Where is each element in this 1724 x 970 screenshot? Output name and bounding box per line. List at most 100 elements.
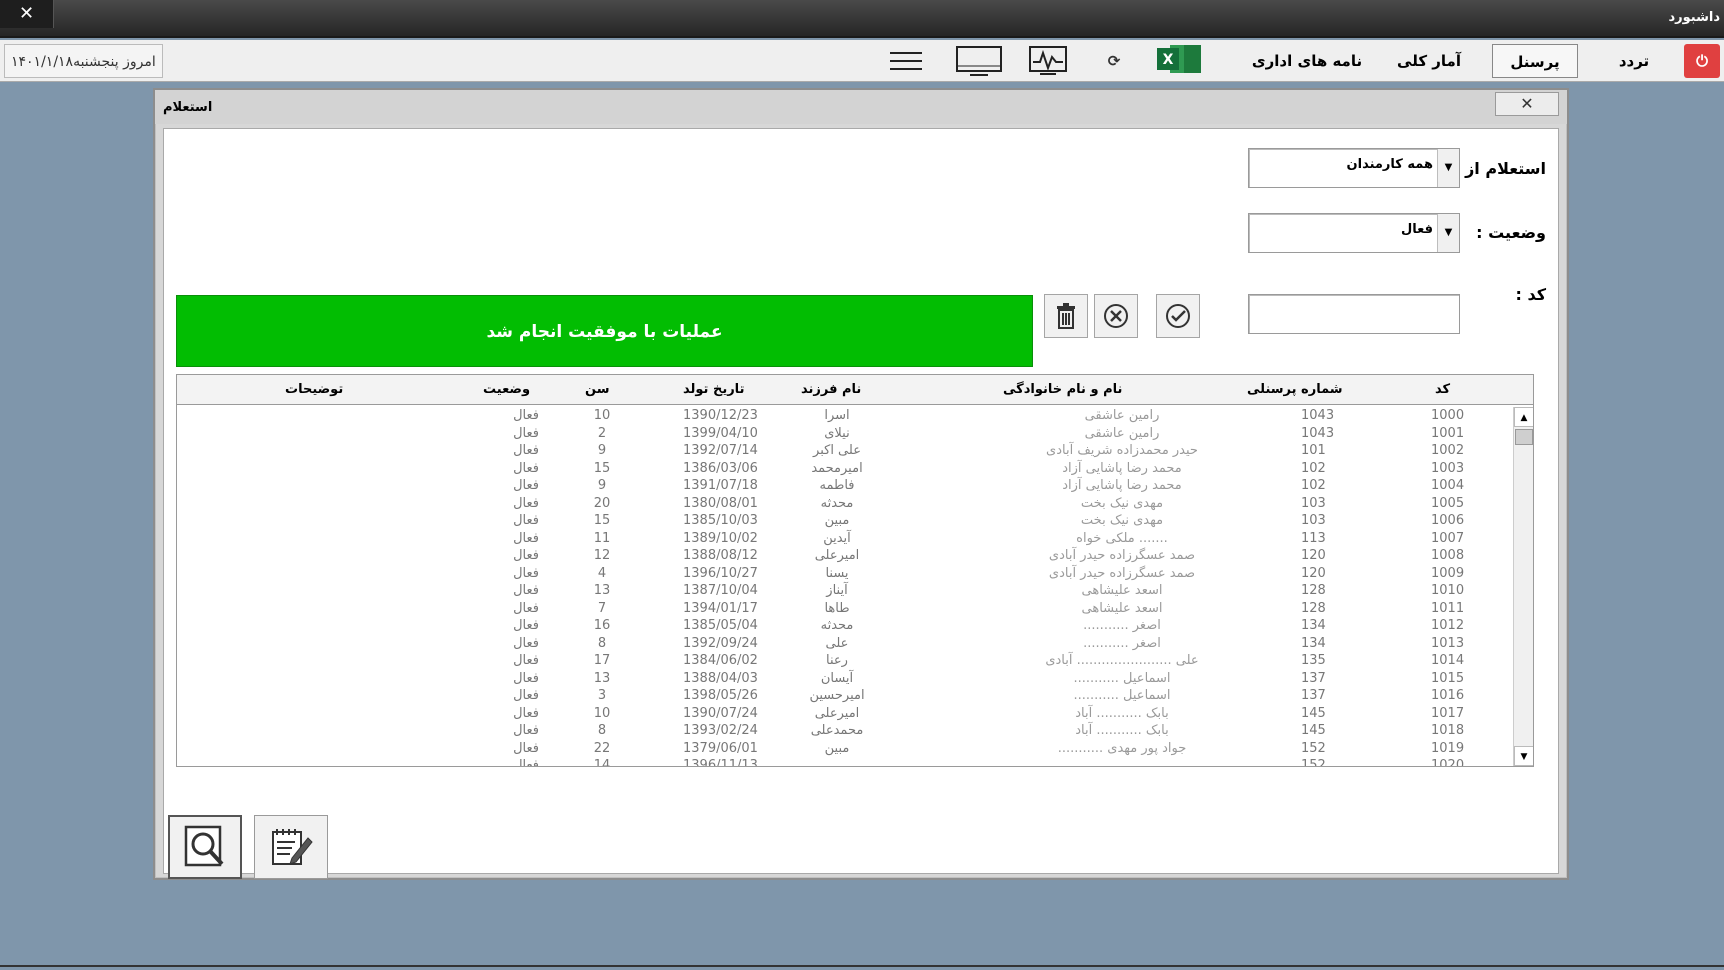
chevron-down-icon[interactable]: ▼ [1437, 149, 1459, 187]
cell-birth-date: 1379/06/01 [683, 740, 758, 756]
cell-birth-date: 1391/07/18 [683, 478, 758, 493]
table-row[interactable]: 1015 137 اسماعیل ........... آیسان 1388/04/0… [177, 670, 1513, 688]
cell-status: فعال [513, 635, 539, 651]
cell-child-name: علی اکبر [813, 443, 861, 458]
cell-child-name: رعنا [826, 653, 848, 668]
cell-full-name: حیدر محمدزاده شریف آبادی [1046, 443, 1198, 458]
table-row[interactable]: 1008 120 صمد عسگرزاده حیدر آبادی امیرعلی 138… [177, 547, 1513, 565]
col-header-age[interactable]: سن [585, 382, 609, 397]
code-input[interactable] [1248, 294, 1460, 334]
cell-full-name: اصغر ........... [1083, 635, 1161, 651]
table-row[interactable]: 1004 102 محمد رضا پاشایی آزاد فاطمه 1391/07/… [177, 477, 1513, 495]
table-row[interactable]: 1013 134 اصغر ........... علی 1392/09/24 8 فعا… [177, 635, 1513, 653]
cell-child-name: اسرا [824, 408, 850, 423]
table-row[interactable]: 1019 152 جواد پور مهدی ........... مبین 1379… [177, 740, 1513, 758]
cell-birth-date: 1398/05/26 [683, 688, 758, 703]
table-row[interactable]: 1000 1043 رامین عاشقی اسرا 1390/12/23 10 فعال [177, 407, 1513, 425]
cell-full-name: مهدی نیک بخت [1080, 495, 1164, 511]
nav-letters[interactable]: نامه های اداری [1242, 44, 1372, 78]
cell-status: فعال [513, 618, 539, 633]
cancel-button[interactable] [1094, 294, 1138, 338]
power-icon: ⏻ [1696, 52, 1708, 70]
col-header-child-name[interactable]: نام فرزند [801, 382, 861, 397]
cell-age: 9 [597, 478, 607, 493]
cell-code: 1020 [1431, 758, 1465, 767]
cell-personnel-no: 102 [1301, 460, 1326, 476]
table-row[interactable]: 1003 102 محمد رضا پاشایی آزاد امیرمحمد 1386/… [177, 460, 1513, 478]
scroll-down-icon[interactable]: ▼ [1514, 746, 1533, 766]
inquiry-from-label: استعلام از : [1453, 159, 1546, 178]
nav-taradod[interactable]: تردد [1604, 44, 1664, 78]
table-row[interactable]: 1020 152.............. 1396/11/13 14 فعال [177, 757, 1513, 767]
cell-age: 15 [593, 513, 611, 528]
cell-child-name: امیرعلی [814, 705, 860, 721]
col-header-code[interactable]: کد [1435, 382, 1450, 397]
window-title: داشبورد [1668, 10, 1720, 25]
cell-full-name: ........... [1099, 758, 1145, 767]
edit-button[interactable] [254, 815, 328, 879]
power-button[interactable]: ⏻ [1684, 44, 1720, 78]
cell-child-name: آیدین [823, 530, 851, 546]
cell-personnel-no: 152 [1301, 740, 1326, 756]
scroll-up-icon[interactable]: ▲ [1514, 407, 1533, 427]
table-row[interactable]: 1017 145 بابک ........... آباد امیرعلی 1390/… [177, 705, 1513, 723]
table-scrollbar[interactable]: ▲ ▼ [1513, 407, 1533, 766]
cell-child-name: یسنا [825, 565, 849, 581]
chevron-down-icon[interactable]: ▼ [1437, 214, 1459, 252]
scroll-thumb[interactable] [1515, 429, 1533, 445]
col-header-status[interactable]: وضعیت [483, 382, 530, 397]
dialog-titlebar: استعلام ✕ [155, 90, 1567, 124]
cell-age: 3 [597, 688, 607, 703]
cell-personnel-no: 101 [1301, 443, 1326, 458]
cell-status: فعال [513, 565, 539, 581]
excel-icon[interactable]: X [1156, 44, 1202, 78]
col-header-birth-date[interactable]: تاریخ تولد [683, 382, 744, 397]
table-row[interactable]: 1006 103 مهدی نیک بخت مبین 1385/10/03 15 فعال [177, 512, 1513, 530]
monitor-chart-icon[interactable] [1026, 44, 1070, 78]
delete-button[interactable] [1044, 294, 1088, 338]
cell-birth-date: 1387/10/04 [683, 583, 758, 598]
inquiry-from-select[interactable]: همه کارمندان ▼ [1248, 148, 1460, 188]
table-row[interactable]: 1009 120 صمد عسگرزاده حیدر آبادی یسنا 1396/1… [177, 565, 1513, 583]
table-row[interactable]: 1016 137 اسماعیل ........... امیرحسین 1398/0… [177, 687, 1513, 705]
table-row[interactable]: 1011 128 اسعد علیشاهی طاها 1394/01/17 7 فعال [177, 600, 1513, 618]
col-header-personnel-no[interactable]: شماره پرسنلی [1247, 382, 1343, 397]
cell-child-name: محدثه [820, 618, 854, 633]
nav-stats[interactable]: آمار کلی [1389, 44, 1469, 78]
search-button[interactable] [168, 815, 242, 879]
nav-personel[interactable]: پرسنل [1492, 44, 1578, 78]
cell-status: فعال [513, 688, 539, 703]
hamburger-menu-icon[interactable] [884, 44, 928, 78]
confirm-button[interactable] [1156, 294, 1200, 338]
cell-child-name: نیلای [824, 425, 850, 441]
col-header-notes[interactable]: توضیحات [285, 382, 343, 397]
window-close-button[interactable]: ✕ [0, 0, 54, 28]
cell-personnel-no: 135 [1301, 653, 1326, 668]
table-row[interactable]: 1007 113 ....... ملکی خواه آیدین 1389/10/02 1… [177, 530, 1513, 548]
cell-age: 4 [597, 565, 607, 581]
status-select[interactable]: فعال ▼ [1248, 213, 1460, 253]
table-row[interactable]: 1001 1043 رامین عاشقی نیلای 1399/04/10 2 فعال [177, 425, 1513, 443]
table-row[interactable]: 1014 135 علی ....................... آبادی… [177, 652, 1513, 670]
cell-personnel-no: 128 [1301, 583, 1326, 598]
cell-child-name: مبین [824, 740, 850, 756]
table-header: کد شماره پرسنلی نام و نام خانوادگی نام ف… [177, 375, 1533, 405]
cell-birth-date: 1392/09/24 [683, 635, 758, 651]
table-row[interactable]: 1005 103 مهدی نیک بخت محدثه 1380/08/01 20 فعال [177, 495, 1513, 513]
table-row[interactable]: 1018 145 بابک ........... آباد محمدعلی 1393/… [177, 722, 1513, 740]
inquiry-from-value: همه کارمندان [1346, 157, 1433, 172]
cell-code: 1013 [1431, 635, 1465, 651]
cell-age: 17 [593, 653, 611, 668]
cell-status: فعال [513, 723, 539, 738]
dialog-close-button[interactable]: ✕ [1495, 92, 1559, 116]
cell-full-name: محمد رضا پاشایی آزاد [1062, 478, 1182, 493]
table-row[interactable]: 1012 134 اصغر ........... محدثه 1385/05/04 16… [177, 617, 1513, 635]
table-row[interactable]: 1002 101 حیدر محمدزاده شریف آبادی علی اکبر 1… [177, 442, 1513, 460]
col-header-full-name[interactable]: نام و نام خانوادگی [1003, 382, 1122, 397]
table-row[interactable]: 1010 128 اسعد علیشاهی آیناز 1387/10/04 13 فعال [177, 582, 1513, 600]
cell-status: فعال [513, 670, 539, 686]
refresh-icon[interactable]: ⟳ [1094, 44, 1134, 78]
cell-age: 22 [593, 740, 611, 756]
screen-icon[interactable] [954, 44, 1004, 78]
cell-code: 1005 [1431, 495, 1465, 511]
